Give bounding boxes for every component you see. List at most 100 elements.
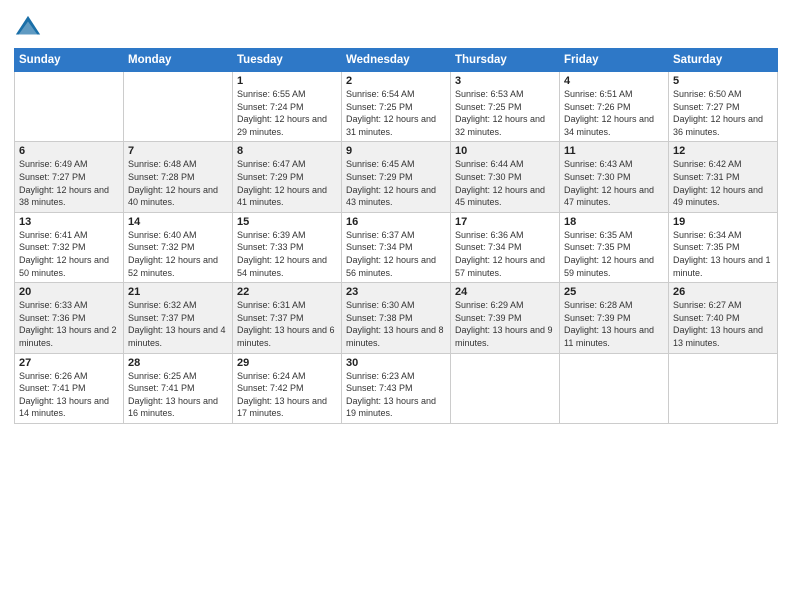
day-number: 28 <box>128 357 228 369</box>
calendar-cell <box>451 353 560 423</box>
day-info: Sunrise: 6:45 AM Sunset: 7:29 PM Dayligh… <box>346 158 446 208</box>
day-info: Sunrise: 6:49 AM Sunset: 7:27 PM Dayligh… <box>19 158 119 208</box>
day-number: 7 <box>128 145 228 157</box>
calendar-cell: 8Sunrise: 6:47 AM Sunset: 7:29 PM Daylig… <box>233 142 342 212</box>
page: SundayMondayTuesdayWednesdayThursdayFrid… <box>0 0 792 612</box>
day-number: 1 <box>237 75 337 87</box>
header <box>14 10 778 42</box>
weekday-header-monday: Monday <box>124 49 233 72</box>
weekday-header-tuesday: Tuesday <box>233 49 342 72</box>
day-info: Sunrise: 6:26 AM Sunset: 7:41 PM Dayligh… <box>19 370 119 420</box>
day-info: Sunrise: 6:35 AM Sunset: 7:35 PM Dayligh… <box>564 229 664 279</box>
logo-icon <box>14 14 42 42</box>
day-info: Sunrise: 6:40 AM Sunset: 7:32 PM Dayligh… <box>128 229 228 279</box>
day-number: 2 <box>346 75 446 87</box>
calendar-row-2: 6Sunrise: 6:49 AM Sunset: 7:27 PM Daylig… <box>15 142 778 212</box>
calendar-cell: 18Sunrise: 6:35 AM Sunset: 7:35 PM Dayli… <box>560 212 669 282</box>
day-number: 29 <box>237 357 337 369</box>
day-info: Sunrise: 6:53 AM Sunset: 7:25 PM Dayligh… <box>455 88 555 138</box>
day-number: 25 <box>564 286 664 298</box>
calendar-cell: 25Sunrise: 6:28 AM Sunset: 7:39 PM Dayli… <box>560 283 669 353</box>
day-number: 19 <box>673 216 773 228</box>
day-number: 21 <box>128 286 228 298</box>
calendar-cell: 20Sunrise: 6:33 AM Sunset: 7:36 PM Dayli… <box>15 283 124 353</box>
day-number: 30 <box>346 357 446 369</box>
day-info: Sunrise: 6:24 AM Sunset: 7:42 PM Dayligh… <box>237 370 337 420</box>
calendar: SundayMondayTuesdayWednesdayThursdayFrid… <box>14 48 778 424</box>
day-info: Sunrise: 6:41 AM Sunset: 7:32 PM Dayligh… <box>19 229 119 279</box>
calendar-cell: 10Sunrise: 6:44 AM Sunset: 7:30 PM Dayli… <box>451 142 560 212</box>
day-number: 27 <box>19 357 119 369</box>
calendar-cell: 24Sunrise: 6:29 AM Sunset: 7:39 PM Dayli… <box>451 283 560 353</box>
calendar-cell: 30Sunrise: 6:23 AM Sunset: 7:43 PM Dayli… <box>342 353 451 423</box>
calendar-cell: 13Sunrise: 6:41 AM Sunset: 7:32 PM Dayli… <box>15 212 124 282</box>
calendar-row-5: 27Sunrise: 6:26 AM Sunset: 7:41 PM Dayli… <box>15 353 778 423</box>
weekday-header-thursday: Thursday <box>451 49 560 72</box>
calendar-row-3: 13Sunrise: 6:41 AM Sunset: 7:32 PM Dayli… <box>15 212 778 282</box>
calendar-cell: 23Sunrise: 6:30 AM Sunset: 7:38 PM Dayli… <box>342 283 451 353</box>
weekday-header-sunday: Sunday <box>15 49 124 72</box>
day-info: Sunrise: 6:43 AM Sunset: 7:30 PM Dayligh… <box>564 158 664 208</box>
calendar-cell <box>15 72 124 142</box>
day-number: 11 <box>564 145 664 157</box>
calendar-cell: 17Sunrise: 6:36 AM Sunset: 7:34 PM Dayli… <box>451 212 560 282</box>
day-info: Sunrise: 6:25 AM Sunset: 7:41 PM Dayligh… <box>128 370 228 420</box>
calendar-cell: 4Sunrise: 6:51 AM Sunset: 7:26 PM Daylig… <box>560 72 669 142</box>
day-number: 13 <box>19 216 119 228</box>
calendar-cell: 29Sunrise: 6:24 AM Sunset: 7:42 PM Dayli… <box>233 353 342 423</box>
day-info: Sunrise: 6:34 AM Sunset: 7:35 PM Dayligh… <box>673 229 773 279</box>
calendar-cell: 26Sunrise: 6:27 AM Sunset: 7:40 PM Dayli… <box>669 283 778 353</box>
day-number: 18 <box>564 216 664 228</box>
day-info: Sunrise: 6:27 AM Sunset: 7:40 PM Dayligh… <box>673 299 773 349</box>
calendar-cell <box>560 353 669 423</box>
calendar-cell: 7Sunrise: 6:48 AM Sunset: 7:28 PM Daylig… <box>124 142 233 212</box>
day-number: 3 <box>455 75 555 87</box>
day-info: Sunrise: 6:51 AM Sunset: 7:26 PM Dayligh… <box>564 88 664 138</box>
calendar-cell: 14Sunrise: 6:40 AM Sunset: 7:32 PM Dayli… <box>124 212 233 282</box>
calendar-cell: 6Sunrise: 6:49 AM Sunset: 7:27 PM Daylig… <box>15 142 124 212</box>
day-info: Sunrise: 6:28 AM Sunset: 7:39 PM Dayligh… <box>564 299 664 349</box>
day-number: 14 <box>128 216 228 228</box>
day-number: 23 <box>346 286 446 298</box>
logo <box>14 14 46 42</box>
calendar-cell: 28Sunrise: 6:25 AM Sunset: 7:41 PM Dayli… <box>124 353 233 423</box>
calendar-cell: 21Sunrise: 6:32 AM Sunset: 7:37 PM Dayli… <box>124 283 233 353</box>
day-number: 17 <box>455 216 555 228</box>
day-number: 10 <box>455 145 555 157</box>
weekday-header-row: SundayMondayTuesdayWednesdayThursdayFrid… <box>15 49 778 72</box>
calendar-cell: 19Sunrise: 6:34 AM Sunset: 7:35 PM Dayli… <box>669 212 778 282</box>
day-info: Sunrise: 6:54 AM Sunset: 7:25 PM Dayligh… <box>346 88 446 138</box>
day-info: Sunrise: 6:39 AM Sunset: 7:33 PM Dayligh… <box>237 229 337 279</box>
calendar-cell: 15Sunrise: 6:39 AM Sunset: 7:33 PM Dayli… <box>233 212 342 282</box>
day-number: 15 <box>237 216 337 228</box>
day-number: 16 <box>346 216 446 228</box>
calendar-cell: 12Sunrise: 6:42 AM Sunset: 7:31 PM Dayli… <box>669 142 778 212</box>
calendar-row-1: 1Sunrise: 6:55 AM Sunset: 7:24 PM Daylig… <box>15 72 778 142</box>
day-info: Sunrise: 6:44 AM Sunset: 7:30 PM Dayligh… <box>455 158 555 208</box>
day-info: Sunrise: 6:55 AM Sunset: 7:24 PM Dayligh… <box>237 88 337 138</box>
weekday-header-wednesday: Wednesday <box>342 49 451 72</box>
day-number: 6 <box>19 145 119 157</box>
calendar-cell: 27Sunrise: 6:26 AM Sunset: 7:41 PM Dayli… <box>15 353 124 423</box>
calendar-cell: 5Sunrise: 6:50 AM Sunset: 7:27 PM Daylig… <box>669 72 778 142</box>
day-info: Sunrise: 6:37 AM Sunset: 7:34 PM Dayligh… <box>346 229 446 279</box>
calendar-cell: 3Sunrise: 6:53 AM Sunset: 7:25 PM Daylig… <box>451 72 560 142</box>
day-info: Sunrise: 6:32 AM Sunset: 7:37 PM Dayligh… <box>128 299 228 349</box>
calendar-row-4: 20Sunrise: 6:33 AM Sunset: 7:36 PM Dayli… <box>15 283 778 353</box>
day-number: 8 <box>237 145 337 157</box>
weekday-header-saturday: Saturday <box>669 49 778 72</box>
day-info: Sunrise: 6:29 AM Sunset: 7:39 PM Dayligh… <box>455 299 555 349</box>
calendar-cell <box>124 72 233 142</box>
day-info: Sunrise: 6:23 AM Sunset: 7:43 PM Dayligh… <box>346 370 446 420</box>
day-info: Sunrise: 6:50 AM Sunset: 7:27 PM Dayligh… <box>673 88 773 138</box>
day-info: Sunrise: 6:30 AM Sunset: 7:38 PM Dayligh… <box>346 299 446 349</box>
day-info: Sunrise: 6:42 AM Sunset: 7:31 PM Dayligh… <box>673 158 773 208</box>
calendar-cell: 16Sunrise: 6:37 AM Sunset: 7:34 PM Dayli… <box>342 212 451 282</box>
day-info: Sunrise: 6:48 AM Sunset: 7:28 PM Dayligh… <box>128 158 228 208</box>
calendar-cell: 2Sunrise: 6:54 AM Sunset: 7:25 PM Daylig… <box>342 72 451 142</box>
calendar-cell: 22Sunrise: 6:31 AM Sunset: 7:37 PM Dayli… <box>233 283 342 353</box>
day-number: 12 <box>673 145 773 157</box>
calendar-cell: 11Sunrise: 6:43 AM Sunset: 7:30 PM Dayli… <box>560 142 669 212</box>
day-info: Sunrise: 6:33 AM Sunset: 7:36 PM Dayligh… <box>19 299 119 349</box>
day-number: 22 <box>237 286 337 298</box>
